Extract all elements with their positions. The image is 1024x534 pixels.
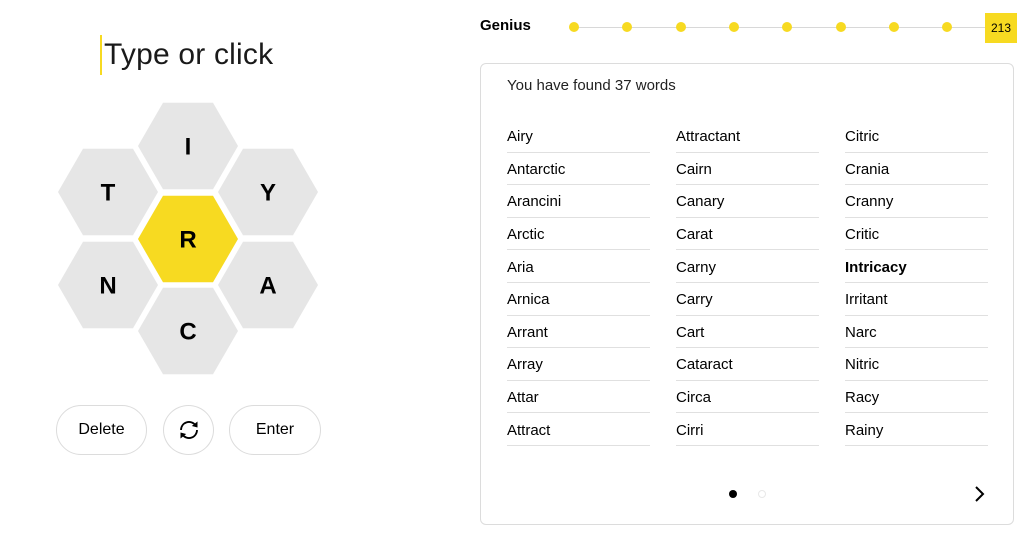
shuffle-icon <box>179 421 198 439</box>
word-list-item: Circa <box>676 381 819 414</box>
enter-button[interactable]: Enter <box>229 405 321 455</box>
word-list-item: Cirri <box>676 413 819 446</box>
word-list-item: Antarctic <box>507 153 650 186</box>
word-list-item: Attractant <box>676 120 819 153</box>
word-list-item: Carat <box>676 218 819 251</box>
word-list-item: Cranny <box>845 185 988 218</box>
progress-dot <box>942 22 952 32</box>
word-list-item: Arnica <box>507 283 650 316</box>
word-list-item: Cart <box>676 316 819 349</box>
word-list-item: Citric <box>845 120 988 153</box>
found-words-panel: You have found 37 words Airy Antarctic A… <box>480 63 1014 525</box>
progress-dot <box>622 22 632 32</box>
word-list-item: Airy <box>507 120 650 153</box>
page-indicator[interactable] <box>758 490 766 498</box>
progress-dot <box>676 22 686 32</box>
word-list-item: Rainy <box>845 413 988 446</box>
word-list-item: Canary <box>676 185 819 218</box>
word-input[interactable]: Type or click <box>100 34 273 76</box>
delete-button-label: Delete <box>78 421 125 438</box>
word-list-item-pangram: Intricacy <box>845 250 988 283</box>
word-list-item: Critic <box>845 218 988 251</box>
rank-label: Genius <box>480 17 531 34</box>
word-list-item: Array <box>507 348 650 381</box>
word-list-item: Attar <box>507 381 650 414</box>
word-column: Airy Antarctic Arancini Arctic Aria Arni… <box>507 120 650 446</box>
hive-cell-top[interactable]: I <box>138 102 238 190</box>
shuffle-button[interactable] <box>163 405 214 455</box>
letter-hive: I Y A C N T R <box>56 100 320 378</box>
hive-cell-bottom-left[interactable]: N <box>58 241 158 329</box>
word-list-item: Cairn <box>676 153 819 186</box>
word-column: Citric Crania Cranny Critic Intricacy Ir… <box>845 120 988 446</box>
word-list-item: Nitric <box>845 348 988 381</box>
hive-cell-bottom[interactable]: C <box>138 287 238 375</box>
word-column: Attractant Cairn Canary Carat Carny Carr… <box>676 120 819 446</box>
hive-letter: C <box>179 319 196 346</box>
progress-dot <box>782 22 792 32</box>
hive-cell-bottom-right[interactable]: A <box>218 241 318 329</box>
hive-letter: T <box>101 180 116 207</box>
score-value: 213 <box>990 21 1012 35</box>
word-list-item: Narc <box>845 316 988 349</box>
score-badge: 213 <box>985 13 1017 43</box>
page-indicator-active[interactable] <box>729 490 737 498</box>
word-list-item: Crania <box>845 153 988 186</box>
word-list-item: Aria <box>507 250 650 283</box>
found-words-count: You have found 37 words <box>507 77 676 94</box>
word-list-item: Carny <box>676 250 819 283</box>
hive-cell-top-left[interactable]: T <box>58 148 158 236</box>
enter-button-label: Enter <box>255 421 295 438</box>
progress-dot <box>836 22 846 32</box>
word-list-item: Attract <box>507 413 650 446</box>
hive-center-letter: R <box>179 227 196 254</box>
hive-cell-center[interactable]: R <box>138 195 238 283</box>
text-cursor <box>100 35 102 75</box>
word-list-item: Carry <box>676 283 819 316</box>
input-placeholder: Type or click <box>104 38 274 71</box>
word-list-item: Arrant <box>507 316 650 349</box>
hive-letter: N <box>99 273 116 300</box>
word-list-item: Arancini <box>507 185 650 218</box>
hive-letter: Y <box>260 180 276 207</box>
word-list-item: Arctic <box>507 218 650 251</box>
word-list-item: Irritant <box>845 283 988 316</box>
chevron-right-icon[interactable] <box>969 483 991 505</box>
hive-letter: A <box>259 273 276 300</box>
delete-button[interactable]: Delete <box>56 405 147 455</box>
progress-dot <box>569 22 579 32</box>
word-list-item: Cataract <box>676 348 819 381</box>
hive-cell-top-right[interactable]: Y <box>218 148 318 236</box>
word-list-item: Racy <box>845 381 988 414</box>
hive-letter: I <box>185 134 192 161</box>
progress-dot <box>729 22 739 32</box>
progress-dot <box>889 22 899 32</box>
